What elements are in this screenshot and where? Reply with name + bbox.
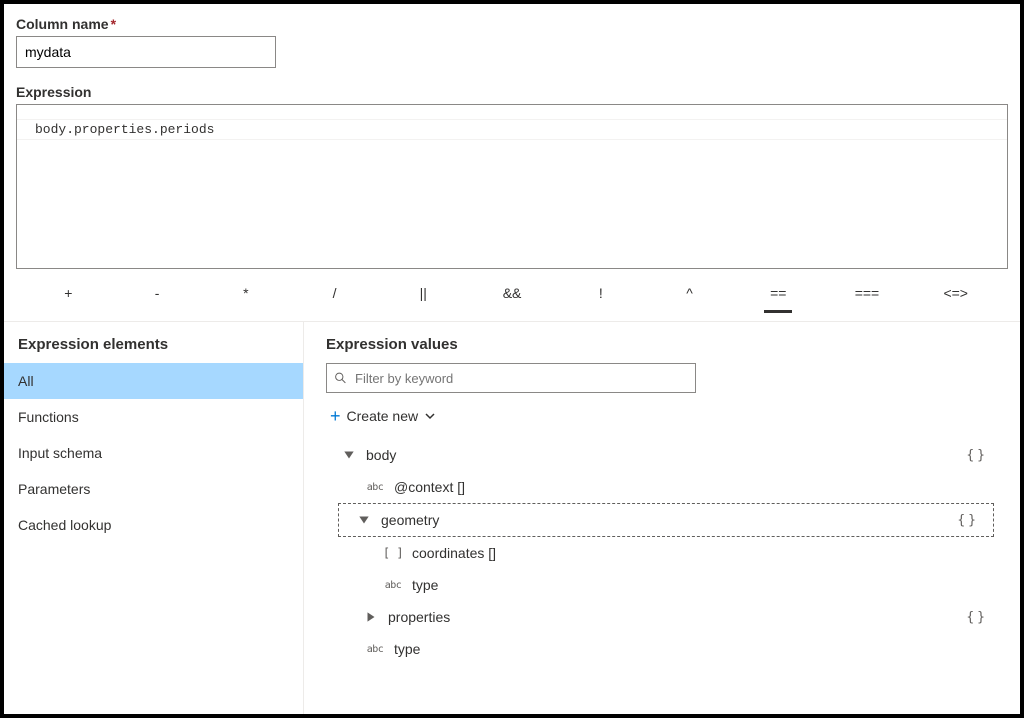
column-name-input[interactable]: [16, 36, 276, 68]
required-asterisk: *: [111, 16, 116, 32]
tree-node-body[interactable]: body {}: [336, 439, 1002, 471]
tree-node-geometry-type[interactable]: abc type: [336, 569, 1002, 601]
create-new-button[interactable]: + Create new: [330, 407, 1002, 425]
plus-icon: +: [330, 407, 341, 425]
object-icon: {}: [966, 610, 988, 625]
expression-editor[interactable]: body.properties.periods: [16, 104, 1008, 269]
column-name-label: Column name*: [16, 16, 1008, 32]
expression-code-line[interactable]: body.properties.periods: [17, 119, 1007, 140]
expression-label: Expression: [16, 84, 1008, 100]
string-type-icon: abc: [382, 580, 404, 591]
object-icon: {}: [957, 513, 979, 528]
op-divide[interactable]: /: [290, 279, 379, 307]
op-plus[interactable]: +: [24, 279, 113, 307]
element-parameters[interactable]: Parameters: [4, 471, 303, 507]
filter-input[interactable]: [326, 363, 696, 393]
tree-node-context[interactable]: abc @context []: [336, 471, 1002, 503]
values-tree: body {} abc @context [] geometry {} [ ]: [326, 439, 1002, 665]
search-icon: [334, 372, 347, 385]
values-title: Expression values: [326, 336, 1002, 363]
caret-down-icon: [357, 513, 371, 527]
op-strict-eq[interactable]: ===: [823, 279, 912, 307]
tree-node-body-type[interactable]: abc type: [336, 633, 1002, 665]
expression-elements-pane: Expression elements All Functions Input …: [4, 322, 304, 714]
op-or[interactable]: ||: [379, 279, 468, 307]
element-functions[interactable]: Functions: [4, 399, 303, 435]
object-icon: {}: [966, 448, 988, 463]
op-minus[interactable]: -: [113, 279, 202, 307]
caret-down-icon: [342, 448, 356, 462]
op-xor[interactable]: ^: [645, 279, 734, 307]
tree-node-properties[interactable]: properties {}: [336, 601, 1002, 633]
string-type-icon: abc: [364, 644, 386, 655]
tree-node-geometry[interactable]: geometry {}: [339, 504, 993, 536]
op-spaceship[interactable]: <=>: [911, 279, 1000, 307]
operator-toolbar: + - * / || && ! ^ == === <=>: [16, 269, 1008, 321]
chevron-down-icon: [424, 410, 436, 422]
element-cached-lookup[interactable]: Cached lookup: [4, 507, 303, 543]
element-input-schema[interactable]: Input schema: [4, 435, 303, 471]
create-new-label: Create new: [347, 408, 419, 424]
string-type-icon: abc: [364, 482, 386, 493]
expression-values-pane: Expression values + Create new body {} a…: [304, 322, 1020, 714]
array-type-icon: [ ]: [382, 546, 404, 560]
op-eq[interactable]: ==: [734, 279, 823, 307]
caret-right-icon: [364, 610, 378, 624]
op-multiply[interactable]: *: [201, 279, 290, 307]
op-not[interactable]: !: [556, 279, 645, 307]
op-and[interactable]: &&: [468, 279, 557, 307]
elements-title: Expression elements: [4, 336, 303, 363]
tree-node-coordinates[interactable]: [ ] coordinates []: [336, 537, 1002, 569]
element-all[interactable]: All: [4, 363, 303, 399]
